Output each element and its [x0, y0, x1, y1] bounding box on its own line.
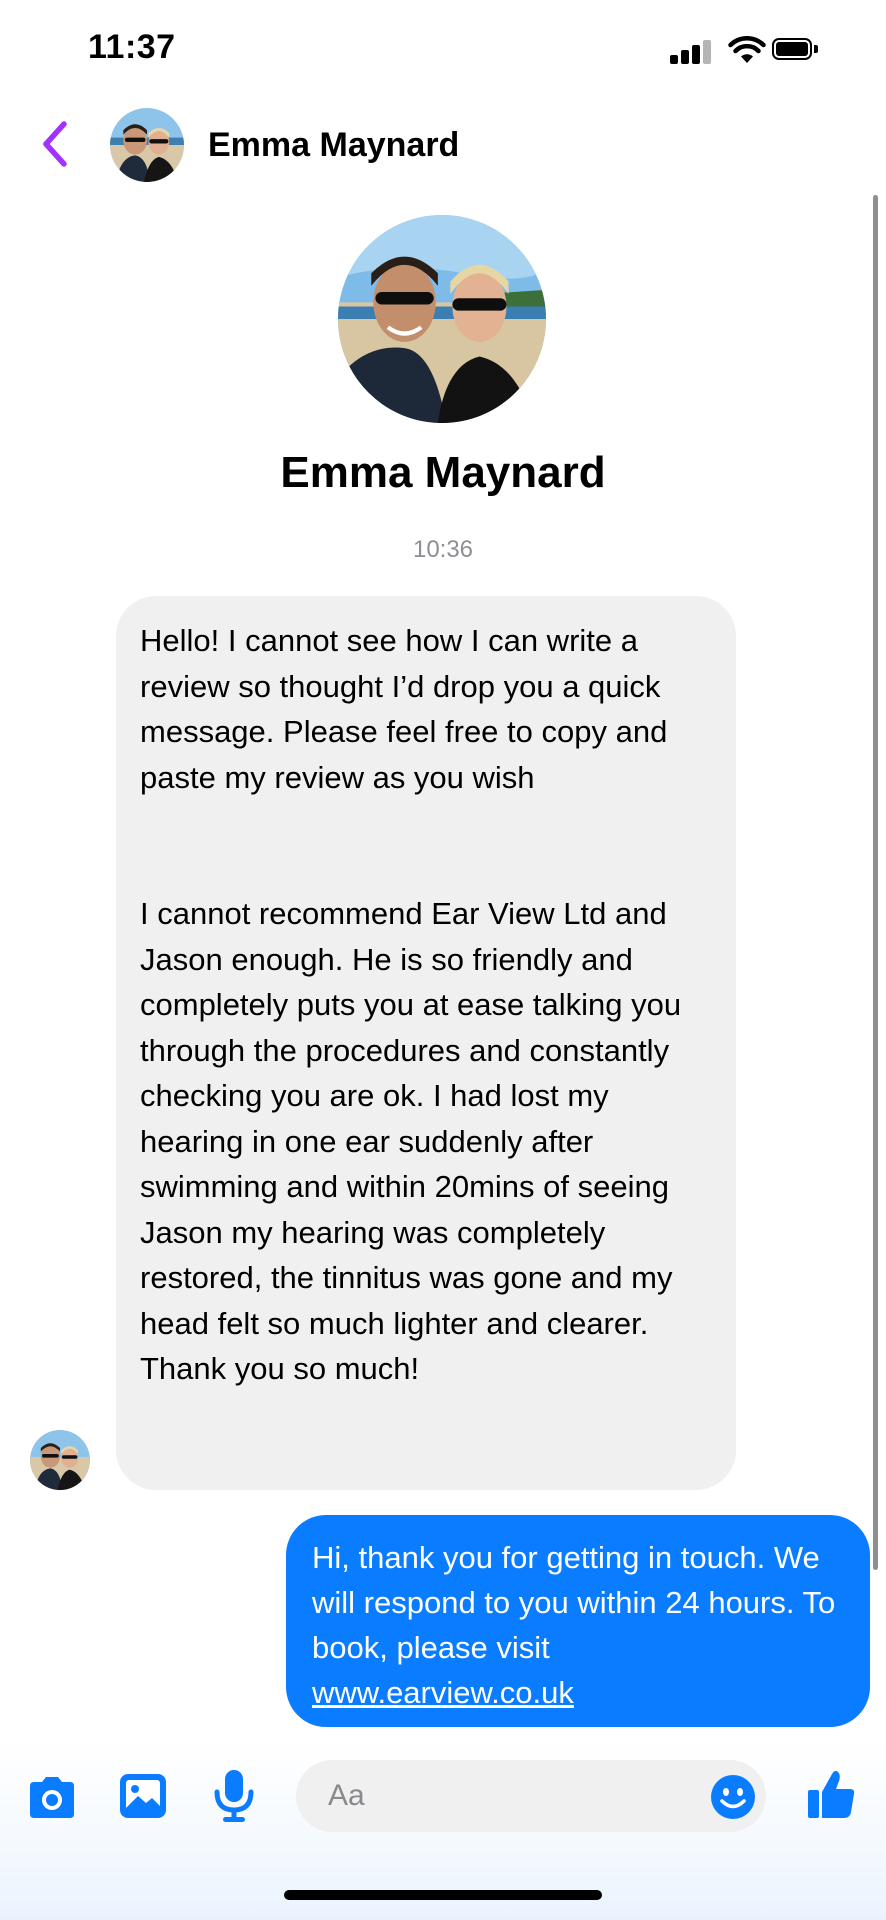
gallery-icon[interactable] [118, 1772, 168, 1820]
home-indicator [284, 1890, 602, 1900]
profile-avatar[interactable] [338, 215, 546, 423]
sender-avatar[interactable] [30, 1430, 90, 1490]
message-timestamp: 10:36 [412, 536, 474, 563]
avatar[interactable] [110, 108, 184, 182]
status-time: 11:37 [88, 28, 176, 66]
composer-bar: Aa [0, 1740, 886, 1920]
status-bar: 11:37 [0, 0, 886, 100]
profile-name: Emma Maynard [280, 448, 606, 497]
scrollbar[interactable] [873, 195, 878, 1570]
message-paragraph: Hello! I cannot see how I can write a re… [140, 623, 668, 795]
microphone-icon[interactable] [212, 1768, 256, 1824]
incoming-message-bubble[interactable]: Hello! I cannot see how I can write a re… [116, 596, 736, 1490]
website-link[interactable]: www.earview.co.uk [312, 1675, 574, 1710]
wifi-icon [728, 36, 766, 63]
message-paragraph: I cannot recommend Ear View Ltd and Jaso… [140, 896, 682, 1386]
message-text: Hi, thank you for getting in touch. We w… [312, 1535, 844, 1715]
chevron-left-icon[interactable] [36, 116, 76, 172]
battery-icon [772, 38, 822, 64]
emoji-icon[interactable] [710, 1774, 756, 1820]
outgoing-message-bubble[interactable]: Hi, thank you for getting in touch. We w… [286, 1515, 870, 1727]
message-input-placeholder: Aa [328, 1779, 365, 1812]
message-input[interactable]: Aa [296, 1760, 766, 1832]
message-body: Hi, thank you for getting in touch. We w… [312, 1540, 836, 1665]
conversation-header: Emma Maynard [0, 100, 886, 190]
signal-icon [670, 40, 714, 64]
like-icon[interactable] [806, 1768, 856, 1820]
contact-name[interactable]: Emma Maynard [208, 126, 459, 165]
camera-icon[interactable] [26, 1776, 78, 1820]
